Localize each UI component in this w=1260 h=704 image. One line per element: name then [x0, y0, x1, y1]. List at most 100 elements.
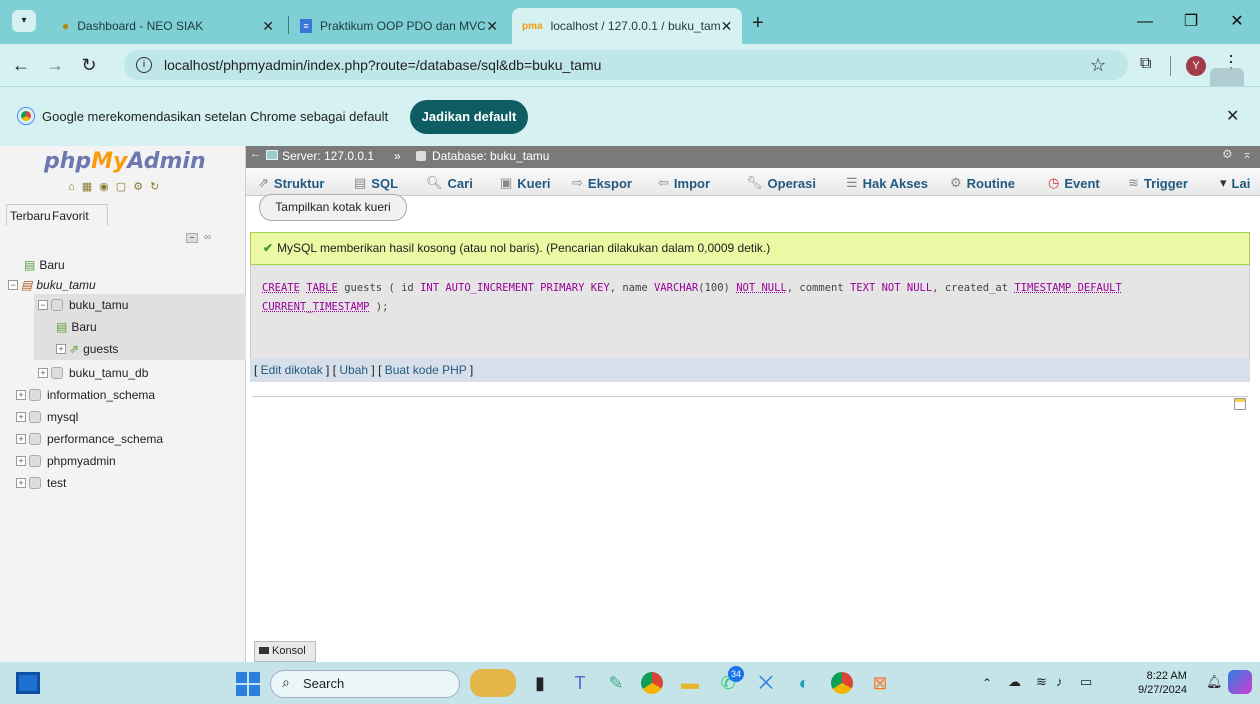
- bookmark-page-icon[interactable]: [1234, 398, 1246, 410]
- tab-event[interactable]: ◷ Event: [1048, 172, 1100, 194]
- weather-widget-icon[interactable]: [470, 669, 516, 697]
- tree-item-performance-schema[interactable]: + performance_schema: [16, 428, 236, 450]
- privileges-icon: ☰: [846, 175, 858, 190]
- url-text[interactable]: localhost/phpmyadmin/index.php?route=/da…: [164, 57, 601, 73]
- taskbar-clock[interactable]: 8:22 AM 9/27/2024: [1138, 669, 1187, 697]
- edge-icon[interactable]: ◐: [790, 669, 818, 697]
- tab-more[interactable]: ▾ Lai: [1220, 172, 1250, 194]
- expand-icon[interactable]: +: [16, 434, 26, 444]
- notification-badge: 34: [728, 666, 744, 682]
- tab-struktur[interactable]: ⇗ Struktur: [258, 172, 324, 194]
- tree-item-new-table[interactable]: ▤ Baru: [56, 316, 236, 338]
- console-tab[interactable]: Konsol: [254, 641, 316, 662]
- close-icon[interactable]: ✕: [1226, 106, 1239, 126]
- expand-icon[interactable]: +: [16, 478, 26, 488]
- tree-item-test[interactable]: + test: [16, 472, 236, 494]
- reload-button[interactable]: ↻: [76, 52, 102, 78]
- tree-item-guests[interactable]: + ⇗ guests: [56, 338, 236, 360]
- close-icon[interactable]: ✕: [486, 18, 498, 35]
- new-tab-button[interactable]: +: [752, 12, 764, 35]
- forward-button[interactable]: →: [42, 52, 68, 78]
- xampp-icon[interactable]: ⊠: [866, 669, 894, 697]
- link-icon[interactable]: ∞: [204, 232, 211, 243]
- file-explorer-icon[interactable]: ▬: [676, 669, 704, 697]
- start-button[interactable]: [236, 672, 260, 696]
- breadcrumb-separator: »: [394, 149, 401, 163]
- success-message: ✔ MySQL memberikan hasil kosong (atau nol…: [250, 232, 1250, 265]
- collapse-all-icon[interactable]: −: [186, 233, 198, 243]
- expand-icon[interactable]: +: [16, 456, 26, 466]
- close-icon[interactable]: ✕: [721, 18, 733, 35]
- collapse-icon[interactable]: −: [8, 280, 18, 290]
- create-php-link[interactable]: Buat kode PHP: [385, 363, 467, 377]
- site-info-icon[interactable]: i: [136, 57, 152, 73]
- paint-icon[interactable]: ✎: [602, 669, 630, 697]
- tab-sql[interactable]: ▤ SQL: [354, 172, 398, 194]
- make-default-button[interactable]: Jadikan default: [410, 100, 528, 134]
- tray-chevron-icon[interactable]: ⌃: [982, 676, 992, 690]
- tree-item-phpmyadmin[interactable]: + phpmyadmin: [16, 450, 236, 472]
- tab-routine[interactable]: ⚙ Routine: [950, 172, 1015, 194]
- collapse-top-icon[interactable]: ⌅: [1242, 147, 1252, 161]
- expand-icon[interactable]: +: [38, 368, 48, 378]
- tree-item-table-buku-tamu[interactable]: − buku_tamu: [38, 294, 238, 316]
- taskbar-search[interactable]: Search: [270, 670, 460, 698]
- tree-item-db-buku-tamu[interactable]: − ▤ buku_tamu: [8, 274, 254, 296]
- widgets-icon[interactable]: [16, 672, 40, 694]
- cloud-icon: ☁: [1008, 674, 1021, 689]
- tab-title: localhost / 127.0.0.1 / buku_tam: [550, 19, 721, 33]
- tree-item-buku-tamu-db[interactable]: + buku_tamu_db: [38, 362, 238, 384]
- toolbar-divider: [1170, 56, 1171, 76]
- tab-phpmyadmin[interactable]: pma localhost / 127.0.0.1 / buku_tam ✕: [512, 8, 742, 44]
- expand-icon[interactable]: +: [56, 344, 66, 354]
- tab-kueri[interactable]: ▣ Kueri: [500, 172, 551, 194]
- tree-item-new[interactable]: ▤ Baru: [24, 254, 270, 276]
- phpmyadmin-logo[interactable]: phpMyAdmin: [44, 149, 206, 174]
- database-icon: [29, 433, 41, 445]
- breadcrumb-database[interactable]: Database: buku_tamu: [432, 149, 549, 163]
- collapse-icon[interactable]: −: [38, 300, 48, 310]
- tab-trigger[interactable]: ≋ Trigger: [1128, 172, 1188, 194]
- tab-ekspor[interactable]: ⇨ Ekspor: [572, 172, 632, 194]
- tab-search-button[interactable]: ▾: [12, 10, 36, 32]
- tree-item-mysql[interactable]: + mysql: [16, 406, 236, 428]
- edit-link[interactable]: Ubah: [339, 363, 368, 377]
- volume-icon[interactable]: ♪: [1056, 674, 1063, 689]
- notification-bell-icon[interactable]: 🔔︎: [1206, 674, 1223, 690]
- battery-icon[interactable]: ▭: [1080, 674, 1092, 690]
- table-icon: [51, 299, 63, 311]
- chrome-taskbar-icon[interactable]: [638, 669, 666, 697]
- close-window-button[interactable]: ✕: [1214, 8, 1260, 36]
- expand-icon[interactable]: +: [16, 412, 26, 422]
- profile-avatar[interactable]: Y: [1186, 56, 1206, 76]
- tab-operasi[interactable]: 🔧︎ Operasi: [746, 172, 816, 194]
- settings-icon[interactable]: ⚙: [1222, 147, 1233, 161]
- close-icon[interactable]: ✕: [262, 18, 274, 35]
- breadcrumb-server[interactable]: Server: 127.0.0.1: [282, 149, 374, 163]
- edit-inline-link[interactable]: Edit dikotak: [261, 363, 323, 377]
- copilot-icon[interactable]: [1228, 670, 1252, 694]
- extensions-icon[interactable]: ⧉: [1140, 55, 1151, 73]
- tab-hak-akses[interactable]: ☰ Hak Akses: [846, 172, 928, 194]
- collapse-sidebar-icon[interactable]: ←: [250, 148, 261, 160]
- bookmark-star-icon[interactable]: ☆: [1090, 55, 1106, 76]
- expand-icon[interactable]: +: [16, 390, 26, 400]
- wifi-icon[interactable]: ≋: [1036, 674, 1047, 690]
- teams-icon[interactable]: T: [566, 669, 594, 697]
- sql-query-text: CREATE TABLE guests ( id INT AUTO_INCREM…: [262, 279, 1242, 317]
- tab-cari[interactable]: 🔍︎ Cari: [426, 172, 473, 194]
- chrome-profile-icon[interactable]: [828, 669, 856, 697]
- tab-praktikum[interactable]: ≡ Praktikum OOP PDO dan MVC ✕: [290, 8, 508, 44]
- minimize-button[interactable]: —: [1122, 8, 1168, 36]
- task-view-icon[interactable]: ▮: [526, 669, 554, 697]
- back-button[interactable]: ←: [8, 52, 34, 78]
- tree-item-information-schema[interactable]: + information_schema: [16, 384, 236, 406]
- tab-dashboard[interactable]: ● Dashboard - NEO SIAK ✕: [52, 8, 284, 44]
- sidebar-quick-icons[interactable]: ⌂ ▦ ◉ ▢ ⚙ ↻: [68, 180, 161, 193]
- vscode-icon[interactable]: ⨉: [752, 669, 780, 697]
- tab-impor[interactable]: ⇦ Impor: [658, 172, 710, 194]
- document-icon: ≡: [300, 19, 312, 33]
- show-query-box-button[interactable]: Tampilkan kotak kueri: [259, 194, 407, 221]
- restore-button[interactable]: ❐: [1168, 8, 1214, 36]
- tab-title: Praktikum OOP PDO dan MVC: [320, 19, 486, 33]
